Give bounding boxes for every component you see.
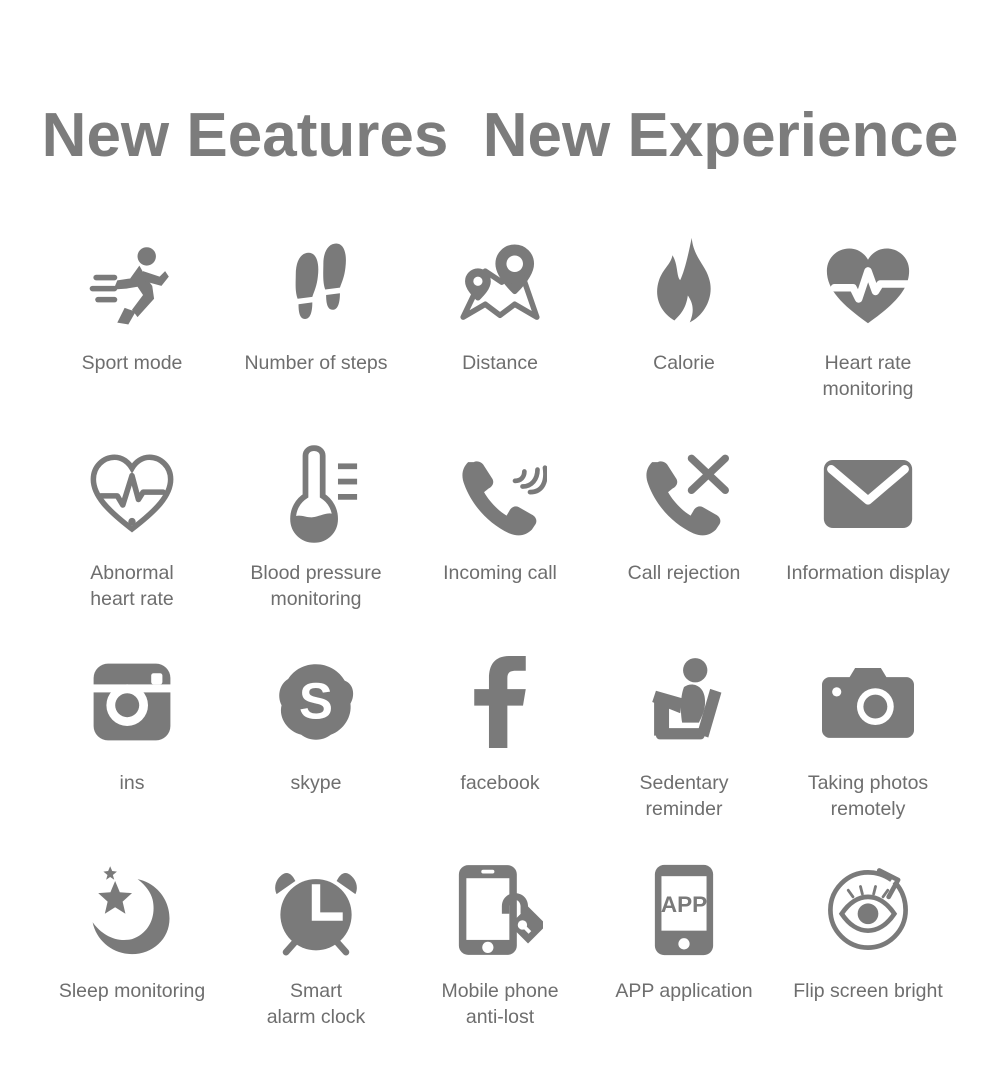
feature-label: skype — [290, 772, 342, 794]
feature-item-ins[interactable]: ins — [40, 650, 224, 858]
feature-item-incoming-call[interactable]: Incoming call — [408, 442, 592, 650]
feature-item-sedentary-reminder[interactable]: Sedentary reminder — [592, 650, 776, 858]
feature-label: Incoming call — [443, 562, 557, 584]
feature-item-app-application[interactable]: APP APP application — [592, 858, 776, 1066]
feature-label: Number of steps — [244, 352, 388, 374]
skype-icon: S — [275, 650, 357, 754]
promo-feature-page: New Eeatures New Experience Sport mode N… — [0, 0, 1000, 1078]
feature-label: ins — [119, 772, 145, 794]
feature-label: Information display — [786, 562, 950, 584]
feature-label: Heart rate monitoring — [822, 352, 914, 400]
skype-glyph: S — [299, 672, 333, 729]
feature-label: Blood pressure monitoring — [250, 562, 382, 610]
page-title: New Eeatures New Experience — [41, 101, 959, 170]
feature-row: Abnormal heart rate Blood pressure monit… — [40, 442, 960, 650]
feature-item-heart-rate-monitoring[interactable]: Heart rate monitoring — [776, 232, 960, 442]
feature-row: ins S skype facebook Sedentary reminder … — [40, 650, 960, 858]
feature-label: Smart alarm clock — [266, 980, 366, 1028]
sitting-person-icon — [641, 650, 727, 754]
feature-label: APP application — [615, 980, 753, 1002]
feature-item-distance[interactable]: Distance — [408, 232, 592, 442]
moon-stars-icon — [87, 858, 177, 962]
feature-label: Sport mode — [81, 352, 183, 374]
footprints-icon — [270, 232, 362, 336]
feature-item-number-of-steps[interactable]: Number of steps — [224, 232, 408, 442]
flame-icon — [643, 232, 725, 336]
feature-grid: Sport mode Number of steps Distance Calo… — [40, 232, 960, 1066]
heart-pulse-solid-icon — [821, 232, 915, 336]
map-pins-icon — [452, 232, 548, 336]
feature-item-taking-photos-remotely[interactable]: Taking photos remotely — [776, 650, 960, 858]
feature-item-facebook[interactable]: facebook — [408, 650, 592, 858]
thermometer-icon — [273, 442, 359, 546]
feature-item-sport-mode[interactable]: Sport mode — [40, 232, 224, 442]
feature-label: Call rejection — [627, 562, 741, 584]
phone-app-icon: APP — [653, 858, 715, 962]
feature-label: Calorie — [653, 352, 715, 374]
feature-row: Sleep monitoring Smart alarm clock Mobil… — [40, 858, 960, 1066]
running-person-icon — [86, 232, 178, 336]
app-badge-text: APP — [661, 892, 707, 917]
feature-item-calorie[interactable]: Calorie — [592, 232, 776, 442]
feature-item-skype[interactable]: S skype — [224, 650, 408, 858]
feature-label: facebook — [460, 772, 540, 794]
heart-pulse-outline-icon — [86, 442, 178, 546]
feature-item-mobile-phone-anti-lost[interactable]: Mobile phone anti-lost — [408, 858, 592, 1066]
feature-row: Sport mode Number of steps Distance Calo… — [40, 232, 960, 442]
eye-rotate-icon — [821, 858, 915, 962]
feature-item-sleep-monitoring[interactable]: Sleep monitoring — [40, 858, 224, 1066]
phone-lock-icon — [457, 858, 543, 962]
feature-label: Abnormal heart rate — [90, 562, 174, 610]
phone-ringing-icon — [453, 442, 547, 546]
facebook-icon — [468, 650, 532, 754]
feature-label: Distance — [462, 352, 538, 374]
instagram-icon — [92, 650, 172, 754]
feature-item-smart-alarm-clock[interactable]: Smart alarm clock — [224, 858, 408, 1066]
feature-label: Flip screen bright — [793, 980, 943, 1002]
feature-label: Sedentary reminder — [639, 772, 729, 820]
phone-reject-icon — [637, 442, 731, 546]
feature-item-call-rejection[interactable]: Call rejection — [592, 442, 776, 650]
feature-item-blood-pressure-monitoring[interactable]: Blood pressure monitoring — [224, 442, 408, 650]
feature-label: Mobile phone anti-lost — [441, 980, 559, 1028]
feature-item-information-display[interactable]: Information display — [776, 442, 960, 650]
camera-icon — [822, 650, 914, 754]
feature-item-flip-screen-bright[interactable]: Flip screen bright — [776, 858, 960, 1066]
feature-label: Taking photos remotely — [807, 772, 929, 820]
feature-item-abnormal-heart-rate[interactable]: Abnormal heart rate — [40, 442, 224, 650]
alarm-clock-icon — [271, 858, 361, 962]
feature-label: Sleep monitoring — [58, 980, 206, 1002]
envelope-icon — [822, 442, 914, 546]
